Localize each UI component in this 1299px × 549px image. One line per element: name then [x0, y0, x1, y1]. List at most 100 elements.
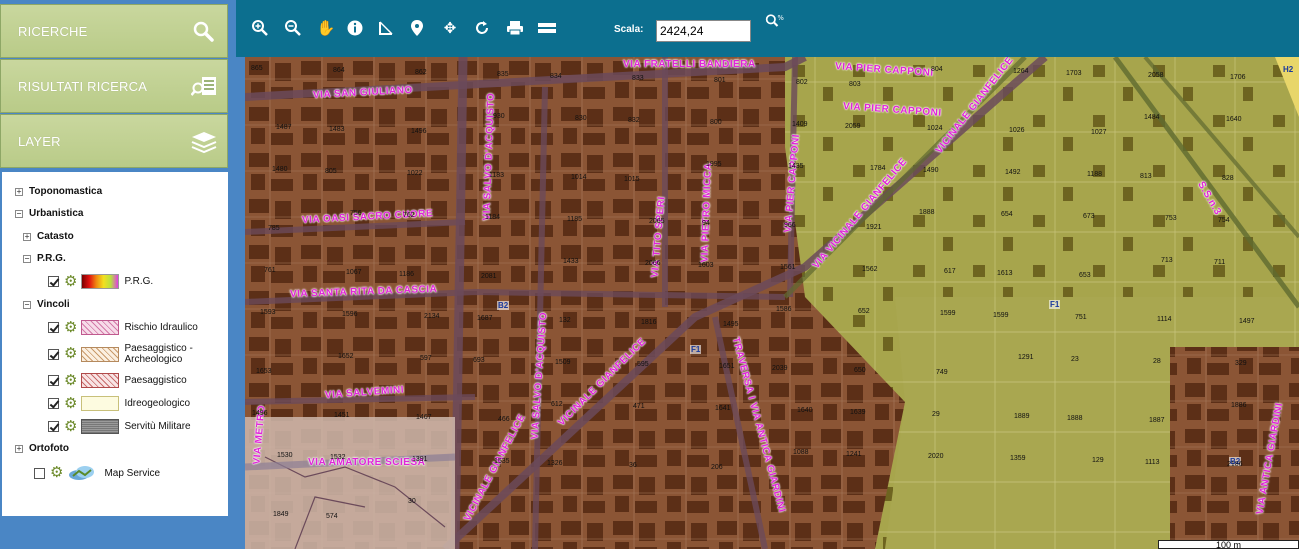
gear-icon[interactable]: ⚙ [64, 373, 77, 388]
parcel-number: 1113 [1145, 459, 1160, 466]
parcel-number: 804 [931, 66, 943, 73]
layer-prg[interactable]: ⚙ P.R.G. [48, 274, 153, 289]
scale-input[interactable] [656, 20, 751, 42]
layer-checkbox[interactable] [48, 322, 59, 333]
parcel-number: 1497 [1239, 318, 1255, 325]
tree-ortofoto[interactable]: + Ortofoto [15, 443, 69, 454]
tree-toponomastica[interactable]: + Toponomastica [15, 186, 102, 197]
zone-label: F1 [1049, 300, 1061, 309]
layer-checkbox[interactable] [48, 398, 59, 409]
parcel-number: 1183 [489, 172, 505, 179]
collapse-icon[interactable]: − [23, 300, 31, 309]
layer-servitu-militare[interactable]: ⚙ Servitù Militare [48, 419, 191, 434]
parcel-number: 754 [1218, 217, 1230, 224]
parcel-number: 652 [858, 308, 870, 315]
parcel-number: 597 [420, 355, 432, 362]
parcel-number: 1887 [1149, 417, 1165, 424]
scale-bar: 100 m [1158, 540, 1299, 549]
panel-risultati-ricerca[interactable]: RISULTATI RICERCA [0, 59, 228, 113]
tree-urbanistica[interactable]: − Urbanistica [15, 208, 83, 219]
layer-paesaggistico-archeologico[interactable]: ⚙ Paesaggistico - Archeologico [48, 343, 204, 365]
tree-prg[interactable]: − P.R.G. [23, 253, 66, 264]
layer-checkbox[interactable] [48, 421, 59, 432]
parcel-number: 1484 [1144, 114, 1160, 121]
zoom-out-icon[interactable] [283, 18, 303, 38]
expand-icon[interactable]: + [15, 444, 23, 453]
parcel-number: 930 [493, 113, 505, 120]
collapse-icon[interactable]: − [15, 209, 23, 218]
parcel-number: 471 [633, 403, 645, 410]
layer-rischio-idraulico[interactable]: ⚙ Rischio Idraulico [48, 320, 198, 335]
layer-label: Paesaggistico - Archeologico [124, 343, 193, 365]
parcel-number: 1495 [723, 321, 739, 328]
legend-swatch [81, 274, 120, 289]
parcel-number: 762 [403, 212, 415, 219]
parcel-number: 1603 [698, 262, 714, 269]
tree-label: Toponomastica [29, 186, 103, 197]
parcel-number: 805 [325, 168, 337, 175]
panel-ricerche[interactable]: RICERCHE [0, 4, 228, 58]
parcel-number: 1467 [416, 414, 432, 421]
parcel-number: 756 [350, 210, 362, 217]
parcel-number: 1640 [797, 407, 813, 414]
parcel-number: 1480 [272, 166, 288, 173]
info-icon[interactable] [345, 18, 365, 38]
parcel-number: 966 [784, 222, 796, 229]
measure-angle-icon[interactable] [376, 18, 396, 38]
parcel-number: 23 [1071, 356, 1079, 363]
tree-label: Catasto [37, 231, 74, 242]
tree-label: P.R.G. [37, 253, 66, 264]
parcel-number: 329 [1235, 360, 1247, 367]
expand-icon[interactable]: + [23, 232, 31, 241]
parcel-number: 28 [1153, 358, 1161, 365]
location-pin-icon[interactable] [407, 18, 427, 38]
gear-icon[interactable]: ⚙ [64, 396, 77, 411]
zoom-percent-icon[interactable]: % [765, 11, 785, 31]
pan-hand-icon[interactable]: ✋ [316, 18, 336, 38]
print-icon[interactable] [505, 18, 525, 38]
layer-checkbox[interactable] [48, 276, 59, 287]
parcel-number: 1492 [1005, 169, 1021, 176]
parcel-number: 1291 [1018, 354, 1034, 361]
parcel-number: 1703 [1066, 70, 1082, 77]
zoom-in-icon[interactable] [250, 18, 270, 38]
layer-label: Servitù Militare [124, 421, 191, 432]
zone-label: B2 [497, 301, 510, 310]
gear-icon[interactable]: ⚙ [64, 320, 77, 335]
refresh-icon[interactable] [472, 18, 492, 38]
parcel-number: 1014 [571, 174, 587, 181]
gear-icon[interactable]: ⚙ [64, 419, 77, 434]
layer-label: Map Service [104, 467, 161, 479]
layer-idreogeologico[interactable]: ⚙ Idreogeologico [48, 396, 190, 411]
layer-checkbox[interactable] [48, 375, 59, 386]
map-view[interactable]: H2 VIA FRATELLI BANDIERA VIA PIER CAPPON… [245, 57, 1299, 549]
gear-icon[interactable]: ⚙ [64, 346, 77, 361]
parcel-number: 2081 [481, 273, 497, 280]
tree-vincoli[interactable]: − Vincoli [23, 299, 70, 310]
parcel-number: 1435 [788, 163, 804, 170]
gear-icon[interactable]: ⚙ [50, 465, 63, 480]
layer-checkbox[interactable] [48, 348, 59, 360]
parcel-number: 2065 [649, 218, 665, 225]
parcel-number: 617 [944, 268, 956, 275]
parcel-number: 129 [1092, 457, 1104, 464]
move-icon[interactable]: ✥ [440, 18, 460, 38]
gear-icon[interactable]: ⚙ [64, 274, 77, 289]
parcel-number: 1326 [547, 460, 563, 467]
collapse-icon[interactable]: − [23, 254, 31, 263]
parcel-number: 1114 [1157, 316, 1172, 323]
expand-icon[interactable]: + [15, 187, 23, 196]
parcel-number: 30 [408, 498, 416, 505]
street-label: VIA FRATELLI BANDIERA [623, 59, 756, 70]
parcel-number: 713 [1161, 257, 1173, 264]
parcel-number: 1535 [494, 458, 510, 465]
layer-checkbox[interactable] [34, 467, 45, 479]
tree-catasto[interactable]: + Catasto [23, 231, 74, 242]
ruler-icon[interactable] [537, 18, 557, 38]
parcel-number: 1188 [1087, 171, 1103, 178]
parcel-number: 803 [849, 81, 861, 88]
parcel-number: 1532 [330, 454, 346, 461]
layer-map-service[interactable]: ⚙ Map Service [34, 465, 160, 481]
panel-layer[interactable]: LAYER [0, 114, 228, 168]
layer-paesaggistico[interactable]: ⚙ Paesaggistico [48, 373, 187, 388]
